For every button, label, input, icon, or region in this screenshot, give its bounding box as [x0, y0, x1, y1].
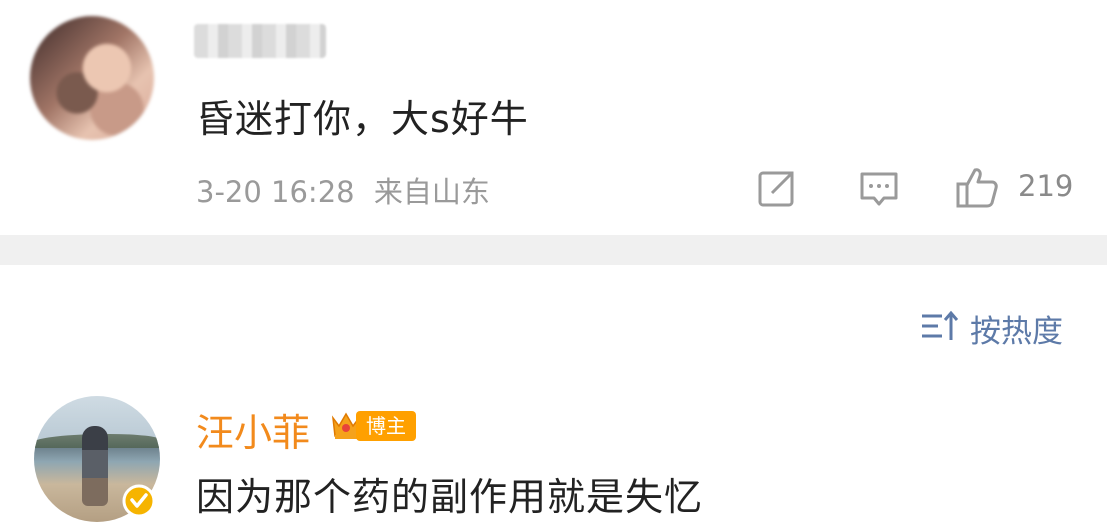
author-name[interactable]: 汪小菲	[196, 402, 310, 457]
avatar-figure	[82, 426, 108, 506]
share-icon[interactable]	[755, 166, 799, 210]
comment-icon[interactable]	[857, 166, 901, 210]
like-count: 219	[1018, 169, 1074, 203]
comment-actions: 219	[0, 162, 1107, 212]
verified-icon	[122, 484, 156, 518]
commenter-avatar-blurred[interactable]	[30, 16, 154, 140]
author-badge: 博主	[356, 411, 416, 441]
comment-text: 昏迷打你，大s好牛	[196, 97, 529, 141]
comment-text: 因为那个药的副作用就是失忆	[196, 475, 704, 519]
sort-icon	[922, 310, 959, 340]
comment-feed: 昏迷打你，大s好牛 3-20 16:28 来自山东 219 按热度 汪小菲 博主…	[0, 0, 1107, 532]
thumbs-up-icon[interactable]	[954, 164, 1000, 210]
section-divider	[0, 235, 1107, 265]
sort-label: 按热度	[970, 314, 1063, 350]
commenter-name-blurred[interactable]	[194, 24, 326, 58]
